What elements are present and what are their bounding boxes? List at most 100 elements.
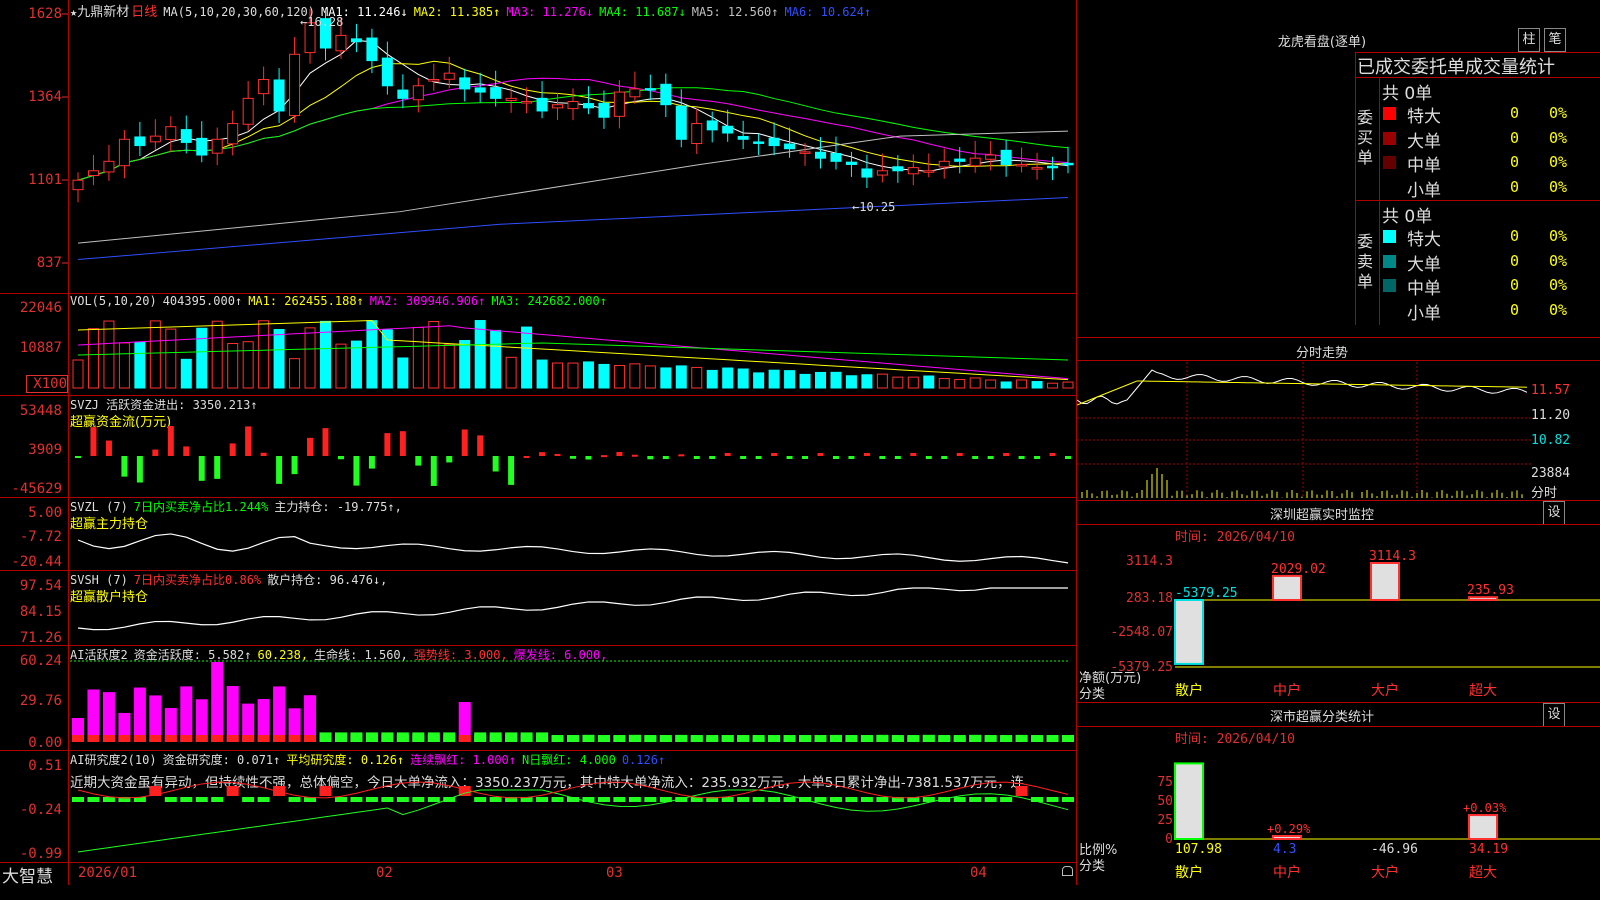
ai1-base-13 — [257, 735, 270, 742]
vol-bar-42 — [706, 369, 718, 389]
ai2-bar-48 — [799, 797, 812, 802]
ai1-base-55 — [907, 735, 920, 742]
ai2-bar-35 — [597, 797, 610, 802]
ai2-bar-2 — [87, 797, 100, 802]
vol-bar-3 — [103, 320, 115, 389]
sell-row-pct-2: 0% — [1548, 251, 1567, 270]
candle-body-42 — [706, 120, 718, 131]
ai2-bar-57 — [938, 797, 951, 802]
sz2-bar-label-4: +0.03% — [1463, 801, 1507, 815]
candle-body-3 — [103, 160, 115, 173]
svzj-bar-46 — [771, 453, 778, 456]
ai2-bar-39 — [659, 797, 672, 802]
stats-settings-button[interactable]: 设 — [1543, 703, 1565, 727]
ai1-base-48 — [799, 735, 812, 742]
buy-row-name-4: 小单 — [1407, 180, 1441, 201]
right-panel: 龙虎看盘(逐单) 柱 笔 已成交委托单成交量统计 委买单 委卖单 共 0单 共 … — [1077, 0, 1600, 900]
sell-row-swatch-3 — [1383, 279, 1396, 292]
sz1-bar-3 — [1370, 562, 1400, 601]
sz2-ytick-1: 75 — [1157, 775, 1173, 790]
ai2-bar-56 — [922, 797, 935, 802]
svzj-bar-23 — [415, 456, 422, 466]
ai2-ytick-1: 0.51 — [28, 758, 62, 774]
ai2-bar-16 — [304, 797, 317, 802]
xaxis-label-4: 04 — [970, 865, 987, 881]
ai1-bar-31 — [536, 732, 549, 742]
candle-body-48 — [799, 151, 811, 154]
ai1-bar-20 — [365, 732, 378, 742]
stock-name: 九鼎新材 — [77, 5, 130, 20]
sell-total: 共 0单 — [1382, 207, 1433, 227]
period-label[interactable]: 日线 — [131, 5, 157, 20]
svzj-bar-8 — [183, 446, 190, 456]
buy-row-swatch-2 — [1383, 131, 1396, 145]
ai2-bar-41 — [690, 797, 703, 802]
lock-icon[interactable] — [1062, 866, 1073, 876]
svzj-bar-3 — [105, 440, 112, 456]
svzl-ytick-3: -20.44 — [11, 554, 62, 570]
ai1-base-38 — [644, 735, 657, 742]
fs-price-line — [1077, 369, 1528, 405]
xaxis-label-3: 03 — [606, 865, 623, 881]
vol-bar-17 — [320, 320, 331, 389]
ai1-bar-3 — [102, 692, 115, 742]
ai2-bar-52 — [860, 797, 873, 802]
main-chart-area[interactable]: ★九鼎新材 日线 MA(5,10,20,30,60,120) MA1: 11.246↓… — [0, 0, 1077, 887]
svzj-bar-11 — [229, 443, 236, 456]
vol-bar-57 — [938, 378, 950, 389]
ai2-bar-20 — [365, 797, 378, 802]
ai1-base-5 — [133, 735, 146, 742]
vol-bar-33 — [567, 362, 579, 389]
svsh-line — [77, 587, 1068, 631]
bar-mode-button[interactable]: 柱 — [1518, 28, 1540, 52]
monitor-settings-button[interactable]: 设 — [1543, 501, 1565, 525]
buy-row-pct-4: 0% — [1548, 177, 1567, 196]
candle-body-41 — [691, 123, 703, 145]
ai1-header: AI活跃度2 资金活跃度: 5.582↑ 60.238, 生命线: 1.560, 强势线… — [70, 646, 614, 663]
vol-bar-11 — [227, 343, 239, 389]
ai1-base-54 — [891, 735, 904, 742]
ai2-bar-21 — [381, 797, 394, 802]
candle-body-17 — [320, 18, 331, 49]
ai2-bar-33 — [567, 797, 579, 802]
vol-ma2-line — [77, 325, 1069, 380]
sell-row-pct-3: 0% — [1548, 276, 1567, 294]
candle-body-8 — [180, 129, 192, 143]
candle-body-26 — [459, 77, 471, 90]
ai1-act: 资金活跃度: 5.582↑ — [133, 648, 252, 662]
svzl-sub: 超赢主力持仓 — [70, 517, 149, 532]
svzj-bar-58 — [956, 453, 963, 456]
sz2-bar-4 — [1468, 814, 1498, 841]
vol-bar-63 — [1031, 381, 1043, 389]
fs-price-3: 10.82 — [1531, 433, 1571, 448]
svzj-bar-62 — [1018, 456, 1025, 459]
buy-side-label: 委买单 — [1357, 108, 1374, 167]
vol-bar-39 — [660, 367, 672, 389]
svzj-bar-17 — [322, 428, 329, 456]
candle-body-55 — [907, 167, 919, 175]
ai1-bar-62 — [1015, 734, 1028, 742]
ai1-base-27 — [474, 735, 487, 742]
ai1-base-15 — [288, 735, 301, 742]
vol-bar-52 — [861, 374, 873, 389]
svzl-ytick-1: 5.00 — [28, 505, 62, 521]
svzj-bar-30 — [523, 455, 530, 458]
ai1-base-65 — [1062, 735, 1074, 742]
ma-line-6 — [77, 197, 1069, 261]
ai1-bar-51 — [845, 736, 858, 742]
vol-bar-65 — [1062, 381, 1074, 389]
candle-body-63 — [1031, 167, 1043, 170]
ai1-base-40 — [675, 735, 688, 742]
ai2-bar-32 — [551, 797, 564, 802]
ai2-ytick-3: -0.99 — [19, 846, 62, 862]
ai1-bar-52 — [860, 735, 873, 742]
tick-mode-button[interactable]: 笔 — [1544, 28, 1566, 52]
candle-body-27 — [474, 87, 486, 93]
ai2-bar-46 — [768, 797, 781, 802]
vol-bar-31 — [536, 359, 548, 389]
candle-body-31 — [536, 97, 548, 112]
vol-bar-47 — [784, 370, 796, 389]
svzj-bar-51 — [848, 456, 855, 459]
ai1-bar-63 — [1031, 735, 1044, 742]
svzj-bar-5 — [136, 456, 143, 483]
